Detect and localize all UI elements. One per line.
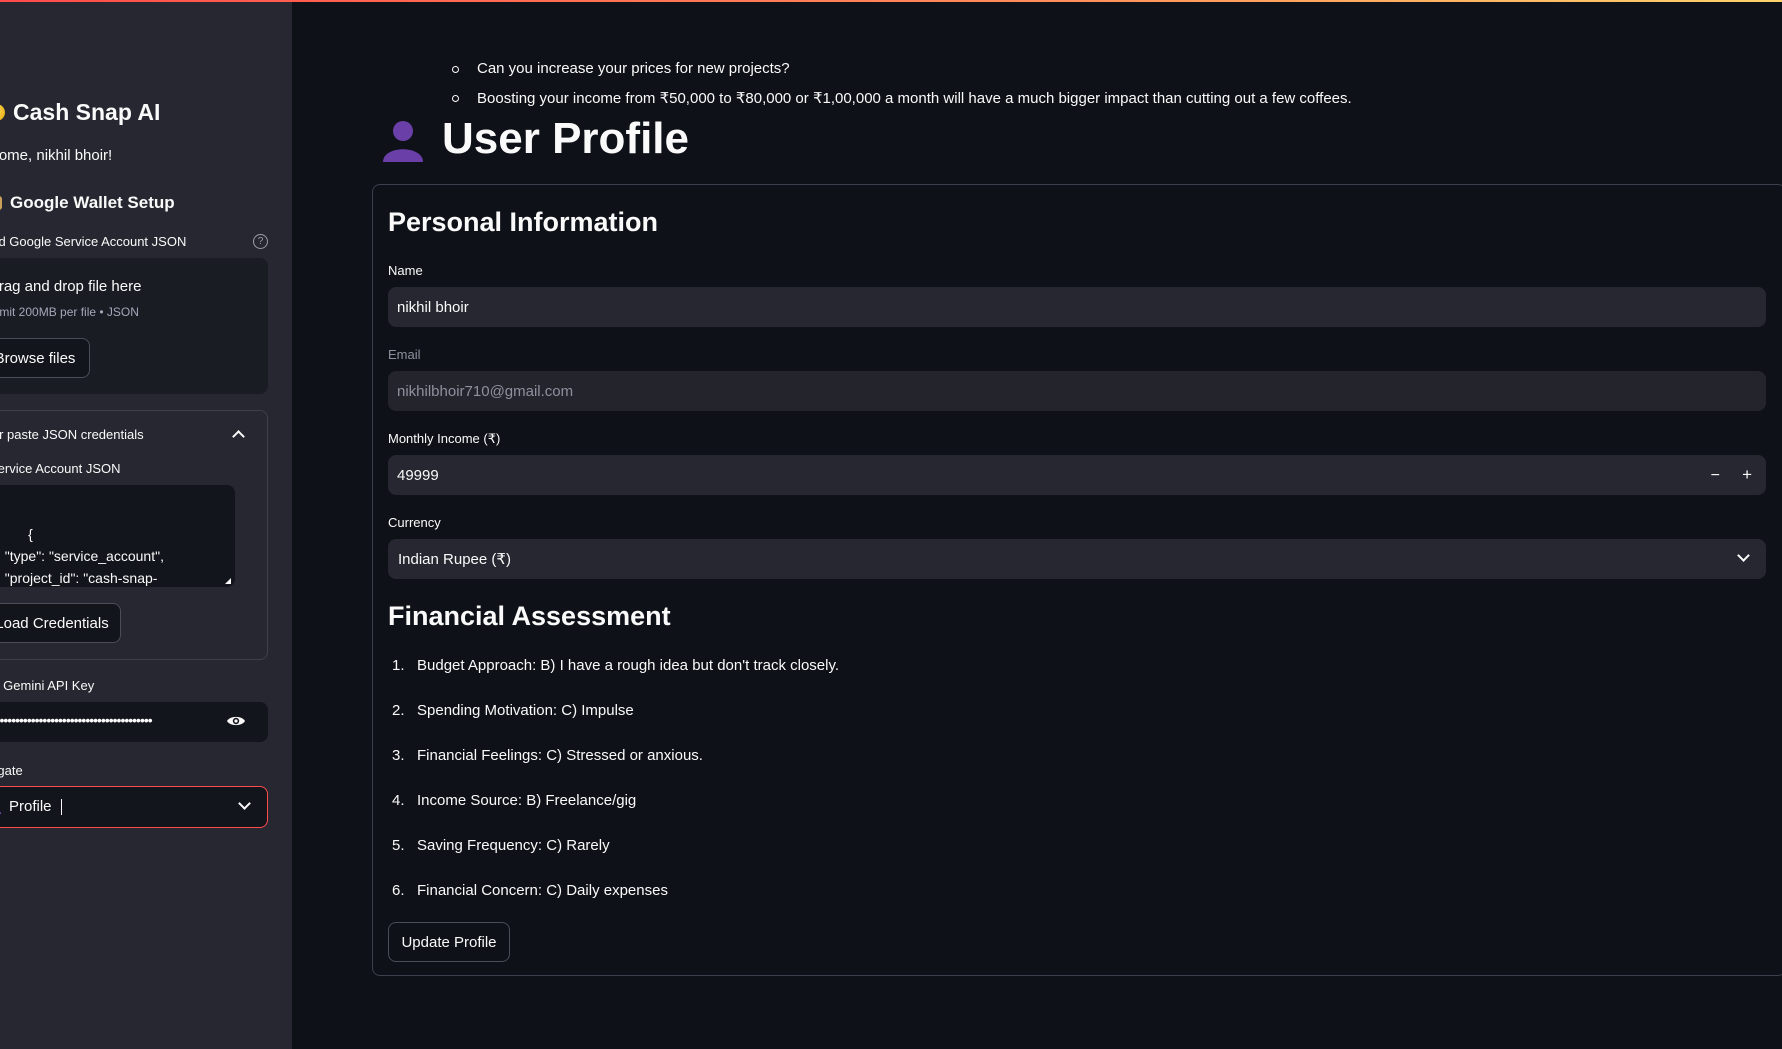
item-number: 5. [392, 837, 405, 854]
api-key-masked-value: ••••••••••••••••••••••••••••••••••••••••… [0, 712, 153, 728]
wallet-setup-heading-text: Google Wallet Setup [10, 193, 175, 212]
item-text: Financial Feelings: C) Stressed or anxio… [417, 747, 703, 764]
item-number: 4. [392, 792, 405, 809]
welcome-text: lcome, nikhil bhoir! [0, 147, 113, 164]
financial-assessment-heading: Financial Assessment [388, 601, 671, 631]
app-title: Cash Snap AI [0, 99, 160, 126]
item-text: Financial Concern: C) Daily expenses [417, 882, 668, 899]
chevron-down-icon[interactable] [238, 797, 251, 810]
income-label: Monthly Income (₹) [388, 431, 501, 446]
income-value: 49999 [397, 466, 439, 484]
file-dropzone[interactable]: Drag and drop file here Limit 200MB per … [0, 258, 268, 394]
wallet-setup-heading: Google Wallet Setup [0, 193, 175, 213]
main-content: Can you increase your prices for new pro… [292, 2, 1782, 1049]
navigate-selected: Profile [0, 798, 62, 815]
profile-form: Personal Information Name nikhil bhoir E… [372, 184, 1782, 976]
name-value: nikhil bhoir [397, 298, 469, 316]
personal-info-heading: Personal Information [388, 207, 659, 237]
navigate-label: vigate [0, 763, 23, 778]
email-input: nikhilbhoir710@gmail.com [388, 371, 1766, 411]
list-item: 6. Financial Concern: C) Daily expenses [388, 882, 839, 927]
list-item: 5. Saving Frequency: C) Rarely [388, 837, 839, 882]
gemini-api-key-label: er Gemini API Key [0, 678, 95, 693]
item-number: 3. [392, 747, 405, 764]
json-credentials-expander: Or paste JSON credentials Service Accoun… [0, 410, 268, 660]
list-item: 2. Spending Motivation: C) Impulse [388, 702, 839, 747]
user-icon [383, 121, 423, 162]
item-text: Saving Frequency: C) Rarely [417, 837, 610, 854]
app-title-text: Cash Snap AI [13, 99, 161, 125]
dropzone-limit: Limit 200MB per file • JSON [0, 305, 139, 319]
help-icon[interactable]: ? [253, 234, 268, 249]
chevron-down-icon[interactable] [1737, 549, 1750, 562]
list-item: Can you increase your prices for new pro… [452, 60, 1352, 89]
advice-list: Can you increase your prices for new pro… [452, 60, 1352, 118]
dropzone-title: Drag and drop file here [0, 278, 142, 295]
eye-icon[interactable] [226, 714, 246, 728]
list-item: 3. Financial Feelings: C) Stressed or anx… [388, 747, 839, 792]
service-account-json-textarea[interactable]: { "type": "service_account", "project_id… [0, 485, 235, 587]
sidebar: Cash Snap AI lcome, nikhil bhoir! Google… [0, 2, 292, 1049]
browse-files-button[interactable]: Browse files [0, 338, 90, 378]
text-cursor [60, 798, 62, 815]
page-title: User Profile [380, 114, 689, 164]
item-text: Income Source: B) Freelance/gig [417, 792, 637, 809]
update-profile-button[interactable]: Update Profile [388, 922, 510, 962]
wallet-icon [0, 196, 2, 210]
list-item: 4. Income Source: B) Freelance/gig [388, 792, 839, 837]
gemini-api-key-input[interactable]: ••••••••••••••••••••••••••••••••••••••••… [0, 702, 268, 742]
expander-label: Or paste JSON credentials [0, 427, 144, 442]
textarea-content: { "type": "service_account", "project_id… [4, 526, 164, 586]
upload-label: oad Google Service Account JSON ? [0, 234, 268, 249]
navigate-selected-text: Profile [9, 798, 52, 815]
navigate-select[interactable]: Profile [0, 786, 268, 828]
email-value: nikhilbhoir710@gmail.com [397, 382, 574, 400]
item-text: Spending Motivation: C) Impulse [417, 702, 634, 719]
coin-icon [0, 104, 5, 121]
name-input[interactable]: nikhil bhoir [388, 287, 1766, 327]
user-icon [0, 811, 1, 814]
chevron-up-icon[interactable] [232, 430, 245, 443]
currency-value: Indian Rupee (₹) [398, 551, 511, 568]
item-number: 2. [392, 702, 405, 719]
currency-label: Currency [388, 515, 441, 530]
item-number: 6. [392, 882, 405, 899]
name-label: Name [388, 263, 423, 278]
upload-label-text: oad Google Service Account JSON [0, 234, 187, 249]
load-credentials-button[interactable]: Load Credentials [0, 603, 121, 643]
increment-button[interactable]: + [1742, 465, 1752, 485]
item-text: Budget Approach: B) I have a rough idea … [417, 657, 840, 674]
decrement-button[interactable]: − [1711, 467, 1720, 485]
expander-header[interactable]: Or paste JSON credentials [0, 427, 251, 443]
item-number: 1. [392, 657, 405, 674]
income-number-input[interactable]: 49999 − + [388, 455, 1766, 495]
email-label: Email [388, 347, 421, 362]
currency-select[interactable]: Indian Rupee (₹) [388, 539, 1766, 579]
service-account-json-label: Service Account JSON [0, 461, 121, 476]
list-item: 1. Budget Approach: B) I have a rough ide… [388, 657, 839, 702]
resize-handle[interactable] [225, 578, 231, 584]
assessment-list: 1. Budget Approach: B) I have a rough ide… [388, 657, 839, 927]
page-title-text: User Profile [442, 114, 689, 163]
